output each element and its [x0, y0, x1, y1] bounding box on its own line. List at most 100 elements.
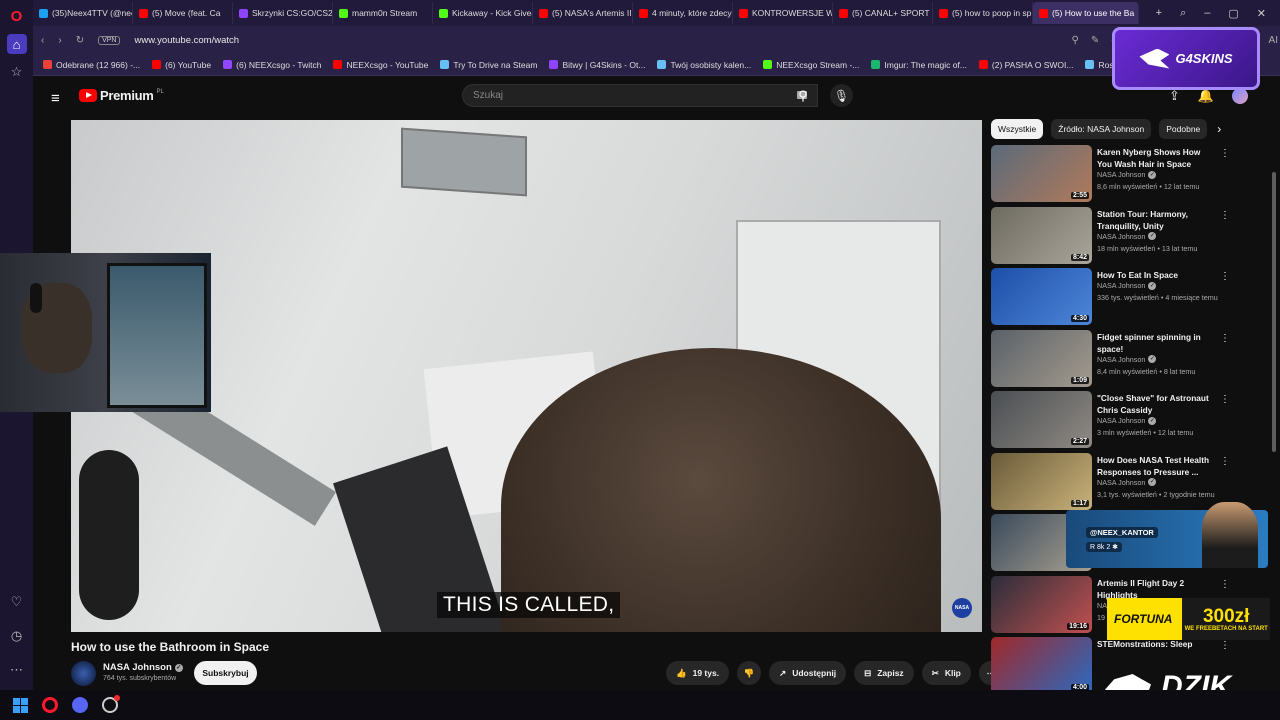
related-thumbnail[interactable]: 8:42	[991, 206, 1092, 264]
browser-tab[interactable]: 4 minuty, które zdecy	[633, 2, 733, 24]
youtube-logo[interactable]: Premium PL	[79, 88, 164, 103]
related-menu-icon[interactable]: ⋮	[1220, 579, 1230, 590]
related-menu-icon[interactable]: ⋮	[1220, 333, 1230, 344]
windows-start-icon[interactable]	[13, 697, 28, 713]
edit-icon[interactable]: ✎	[1091, 35, 1099, 46]
clip-button[interactable]: ✂ Klip	[921, 661, 971, 685]
browser-tab[interactable]: (5) How to use the Ba	[1033, 2, 1139, 24]
related-video-item[interactable]: 8:42 Station Tour: Harmony, Tranquility, …	[991, 206, 1230, 269]
related-video-item[interactable]: 2:55 Karen Nyberg Shows How You Wash Hair…	[991, 145, 1230, 207]
forward-icon[interactable]: ›	[58, 35, 61, 46]
related-title[interactable]: Karen Nyberg Shows How You Wash Hair in …	[1097, 146, 1215, 170]
upload-icon[interactable]: ⇪	[1169, 88, 1180, 104]
opera-logo-icon[interactable]: O	[7, 6, 27, 26]
browser-tab[interactable]: Skrzynki CS:GO/CS2 |	[233, 2, 333, 24]
related-menu-icon[interactable]: ⋮	[1220, 394, 1230, 405]
home-icon[interactable]: ⌂	[6, 34, 27, 54]
hamburger-menu-icon[interactable]: ≡	[51, 90, 65, 107]
related-channel[interactable]: NASA Johnson ✓	[1097, 416, 1157, 425]
related-menu-icon[interactable]: ⋮	[1220, 271, 1230, 282]
related-video-item[interactable]: 4:30 How To Eat In Space NASA Johnson ✓ 336 …	[991, 268, 1230, 330]
related-video-item[interactable]: 2:27 "Close Shave" for Astronaut Chris Ca…	[991, 391, 1230, 453]
dislike-button[interactable]: 👎	[737, 661, 762, 685]
filter-chip[interactable]: Wszystkie	[991, 119, 1044, 139]
bookmark-item[interactable]: NEEXcsgo - YouTube	[333, 60, 428, 70]
related-thumbnail[interactable]: 1:17	[991, 452, 1092, 510]
steam-taskbar-icon[interactable]	[102, 695, 120, 713]
filter-chip[interactable]: Podobne	[1159, 119, 1208, 139]
heart-icon[interactable]: ♡	[7, 592, 27, 612]
like-button[interactable]: 👍 19 tys.	[666, 661, 730, 685]
history-icon[interactable]: ◷	[7, 626, 27, 646]
browser-tab[interactable]: (5) NASA's Artemis II	[533, 2, 633, 24]
related-channel[interactable]: NASA Johnson ✓	[1097, 281, 1157, 290]
star-icon[interactable]: ☆	[7, 62, 27, 82]
related-title[interactable]: Station Tour: Harmony, Tranquility, Unit…	[1097, 208, 1215, 232]
related-video-item[interactable]: 1:09 Fidget spinner spinning in space! NAS…	[991, 329, 1230, 392]
search-tabs-icon[interactable]: ⌕	[1180, 7, 1186, 20]
related-channel[interactable]: NASA Johnson ✓	[1097, 355, 1157, 364]
related-thumbnail[interactable]: 2:27	[991, 391, 1092, 448]
bookmark-item[interactable]: (6) NEEXcsgo - Twitch	[223, 60, 321, 70]
more-icon[interactable]: ⋯	[7, 660, 27, 680]
new-tab-button[interactable]: +	[1156, 7, 1162, 20]
related-thumbnail[interactable]: 1:09	[991, 329, 1092, 387]
opera-taskbar-icon[interactable]	[42, 697, 58, 713]
related-thumbnail[interactable]: 19:16	[991, 575, 1092, 633]
channel-avatar[interactable]	[71, 661, 96, 686]
scrollbar[interactable]	[1272, 172, 1276, 452]
bookmark-item[interactable]: Twój osobisty kalen...	[657, 60, 751, 70]
search-input[interactable]: Szukaj	[462, 84, 818, 107]
related-video-item[interactable]: 1:17 How Does NASA Test Health Responses …	[991, 452, 1230, 515]
browser-tab[interactable]: (5) CANAL+ SPORT -	[833, 2, 933, 24]
related-menu-icon[interactable]: ⋮	[1220, 148, 1230, 159]
related-channel[interactable]: NASA Johnson ✓	[1097, 232, 1157, 241]
channel-name[interactable]: NASA Johnson ✓	[103, 662, 183, 673]
filter-chip[interactable]: Źródło: NASA Johnson	[1051, 119, 1152, 139]
bell-icon[interactable]: 🔔	[1198, 88, 1214, 104]
browser-tab[interactable]: mamm0n Stream	[333, 2, 433, 24]
chips-next-icon[interactable]: ›	[1217, 122, 1221, 136]
related-menu-icon[interactable]: ⋮	[1220, 640, 1230, 651]
bookmark-item[interactable]: Odebrane (12 966) -...	[43, 60, 140, 70]
related-menu-icon[interactable]: ⋮	[1220, 456, 1230, 467]
subscribe-button[interactable]: Subskrybuj	[194, 661, 257, 685]
save-button[interactable]: ⊟ Zapisz	[854, 661, 914, 685]
bookmark-item[interactable]: (6) YouTube	[152, 60, 211, 70]
related-channel[interactable]: NASA Johnson ✓	[1097, 478, 1157, 487]
share-button[interactable]: ↗ Udostępnij	[769, 661, 847, 685]
related-thumbnail[interactable]: 4:30	[991, 268, 1092, 325]
related-title[interactable]: Artemis II Flight Day 2 Highlights	[1097, 577, 1215, 601]
bookmark-item[interactable]: NEEXcsgo Stream -...	[763, 60, 859, 70]
account-avatar[interactable]	[1232, 88, 1249, 104]
bookmark-item[interactable]: Bitwy | G4Skins - Ot...	[549, 60, 645, 70]
related-menu-icon[interactable]: ⋮	[1220, 210, 1230, 221]
close-window-button[interactable]: ✕	[1257, 7, 1266, 20]
maximize-button[interactable]: ▢	[1228, 7, 1238, 20]
vpn-badge[interactable]: VPN	[98, 35, 121, 45]
browser-tab[interactable]: (35)Neex4TTV (@nee	[33, 2, 133, 24]
related-thumbnail[interactable]: 4:00	[991, 637, 1092, 694]
ai-label[interactable]: AI	[1269, 35, 1278, 46]
search-button[interactable]: ⚲	[788, 84, 818, 107]
related-title[interactable]: How To Eat In Space	[1097, 269, 1215, 281]
related-title[interactable]: "Close Shave" for Astronaut Chris Cassid…	[1097, 392, 1215, 416]
url-field[interactable]: www.youtube.com/watch	[134, 35, 239, 46]
related-channel[interactable]: NA	[1097, 601, 1107, 610]
related-channel[interactable]: NASA Johnson ✓	[1097, 170, 1157, 179]
bookmark-item[interactable]: Try To Drive na Steam	[440, 60, 537, 70]
browser-tab[interactable]: (5) how to poop in sp	[933, 2, 1033, 24]
browser-tab[interactable]: KONTROWERSJE W K	[733, 2, 833, 24]
find-icon[interactable]: ⚲	[1072, 35, 1079, 46]
minimize-button[interactable]: –	[1204, 7, 1210, 20]
back-icon[interactable]: ‹	[41, 35, 44, 46]
related-thumbnail[interactable]: 2:55	[991, 145, 1092, 202]
reload-icon[interactable]: ↻	[76, 35, 84, 46]
discord-taskbar-icon[interactable]	[72, 697, 88, 713]
browser-tab[interactable]: (5) Move (feat. Ca	[133, 2, 233, 24]
related-title[interactable]: How Does NASA Test Health Responses to P…	[1097, 454, 1215, 478]
bookmark-item[interactable]: Imgur: The magic of...	[871, 60, 967, 70]
browser-tab[interactable]: Kickaway - Kick Givea	[433, 2, 533, 24]
bookmark-item[interactable]: (2) PASHA O SWOI...	[978, 60, 1073, 70]
mic-icon[interactable]: 🎙	[830, 84, 853, 107]
